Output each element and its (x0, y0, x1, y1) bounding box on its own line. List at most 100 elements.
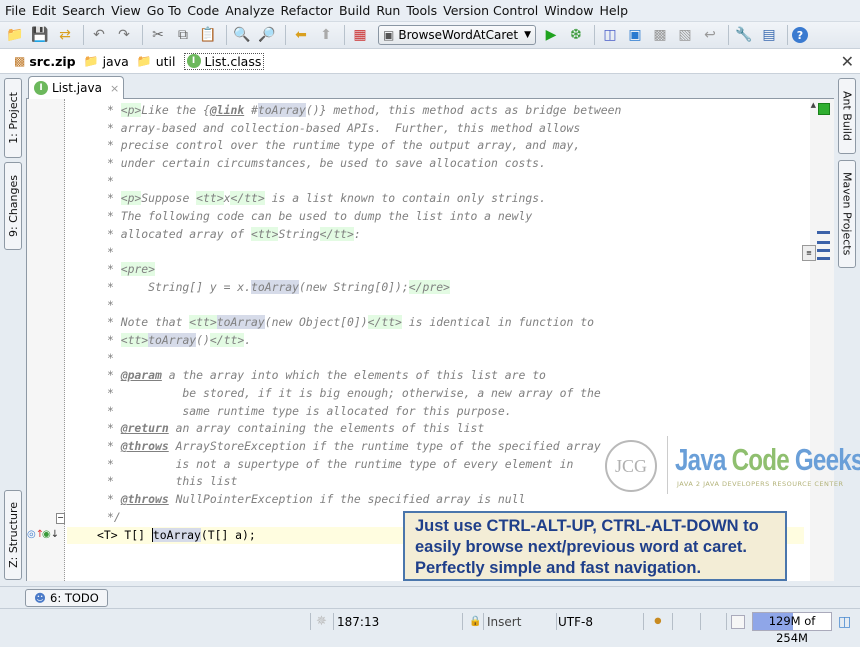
tab-list-java[interactable]: I List.java × (28, 76, 124, 99)
scrollbar-thumb[interactable]: ≡ (802, 245, 816, 261)
tool-tab-todo[interactable]: ☻ 6: TODO (25, 589, 108, 607)
find-usages-icon[interactable]: 🔎 (256, 24, 278, 46)
menu-view[interactable]: View (108, 3, 144, 18)
fold-icon[interactable]: − (56, 513, 65, 524)
tool-tab-ant-build[interactable]: Ant Build (838, 78, 856, 154)
code-editor[interactable]: − ◎↑ ◉↓ * <p>Like the {@link #toArray()}… (26, 99, 834, 581)
memory-indicator[interactable]: 129M of 254M (752, 612, 832, 645)
menu-search[interactable]: Search (59, 3, 108, 18)
menu-version-control[interactable]: Version Control (440, 3, 541, 18)
tool-tab-structure[interactable]: Z: Structure (4, 490, 22, 580)
paste-icon[interactable]: 📋 (197, 24, 219, 46)
cut-icon[interactable]: ✂ (147, 24, 169, 46)
code-text: (new Object[0]) (264, 315, 368, 330)
code-tag: <tt> (251, 226, 279, 241)
project-structure-icon[interactable]: ▤ (758, 24, 780, 46)
scroll-up-icon[interactable]: ▲ (811, 101, 816, 109)
tool-tab-maven-projects[interactable]: Maven Projects (838, 160, 856, 268)
forward-icon[interactable]: ⬆ (315, 24, 337, 46)
tool-tab-label: Maven Projects (840, 172, 854, 256)
code-text: * (107, 103, 121, 117)
error-stripe: ▲ ≡ (802, 99, 834, 581)
menu-run[interactable]: Run (373, 3, 403, 18)
menu-help[interactable]: Help (597, 3, 632, 18)
menu-file[interactable]: File (2, 3, 29, 18)
breadcrumb-src-zip[interactable]: ▩ src.zip (14, 54, 76, 69)
code-line: * (67, 244, 804, 262)
main-toolbar: 📁 💾 ⇄ ↶ ↷ ✂ ⧉ 📋 🔍 🔎 ⬅ ⬆ ▦ ▣ BrowseWordAt… (0, 22, 860, 49)
code-tag: <tt> (120, 332, 149, 347)
overriding-method-icon[interactable]: ◉↓ (42, 529, 59, 540)
menu-build[interactable]: Build (336, 3, 373, 18)
code-text: is identical in function to (401, 315, 594, 330)
save-icon[interactable]: 💾 (29, 24, 51, 46)
code-kw: @throws (120, 439, 169, 454)
menu-code[interactable]: Code (184, 3, 222, 18)
menu-refactor[interactable]: Refactor (278, 3, 336, 18)
back-icon[interactable]: ⬅ (290, 24, 312, 46)
inspector-icon[interactable]: ⚫ (652, 613, 664, 630)
file-encoding[interactable]: UTF-8 (558, 613, 593, 630)
logo-title-geeks: Geeks (794, 442, 860, 477)
lock-icon[interactable]: 🔒 (469, 613, 481, 630)
deploy-icon[interactable]: ▣ (624, 24, 646, 46)
menu-go-to[interactable]: Go To (144, 3, 184, 18)
status-separator (310, 613, 311, 630)
code-text: # (244, 103, 258, 117)
tool-tab-project[interactable]: 1: Project (4, 78, 22, 158)
code-text: * The following code can be used to dump… (107, 209, 533, 224)
close-tab-icon[interactable]: × (110, 82, 119, 95)
open-folder-icon[interactable]: 📁 (4, 24, 26, 46)
caret-position[interactable]: 187:13 (337, 613, 379, 630)
menu-tools[interactable]: Tools (403, 3, 440, 18)
revert-icon[interactable]: ↩ (699, 24, 721, 46)
breadcrumb-java[interactable]: 📁 java (84, 54, 129, 69)
code-tag: <tt> (196, 191, 224, 206)
code-text: a the array into which the elements of t… (161, 368, 546, 383)
logo-title: Java Code Geeks (675, 442, 860, 478)
make-icon[interactable]: ◫ (599, 24, 621, 46)
structure-icon[interactable]: ▦ (349, 24, 371, 46)
debug-icon[interactable]: ❆ (565, 24, 587, 46)
breadcrumb-list-class[interactable]: I List.class (183, 52, 265, 70)
menu-window[interactable]: Window (541, 3, 596, 18)
readonly-toggle[interactable] (731, 615, 745, 629)
usage-marker[interactable] (817, 241, 830, 244)
code-tag: </tt> (367, 315, 402, 330)
copy-icon[interactable]: ⧉ (172, 24, 194, 46)
code-text: * String[] y = x. (107, 279, 252, 294)
progress-spinner-icon: ✵ (316, 614, 327, 629)
code-line: * <p>Suppose <tt>x</tt> is a list known … (67, 190, 804, 208)
tool-tab-changes[interactable]: 9: Changes (4, 162, 22, 250)
code-line: * (67, 297, 804, 315)
run-icon[interactable]: ▶ (540, 24, 562, 46)
code-line: * <p>Like the {@link #toArray()} method,… (67, 102, 804, 120)
settings-icon[interactable]: 🔧 (733, 24, 755, 46)
help-icon[interactable]: ? (792, 27, 808, 43)
usage-marker[interactable] (817, 231, 830, 234)
code-text: * (107, 244, 114, 259)
usage-marker[interactable] (817, 249, 830, 252)
code-text: NullPointerException if the specified ar… (168, 492, 526, 507)
code-kw: @throws (120, 492, 169, 507)
find-icon[interactable]: 🔍 (231, 24, 253, 46)
close-icon[interactable]: ✕ (841, 52, 854, 71)
insert-mode[interactable]: Insert (487, 613, 521, 630)
code-text: */ (107, 509, 121, 524)
breadcrumb-label: List.class (204, 53, 262, 69)
code-text: * is not a supertype of the runtime type… (107, 456, 574, 471)
undo-icon[interactable]: ↶ (88, 24, 110, 46)
run-configuration-select[interactable]: ▣ BrowseWordAtCaret ▼ (378, 25, 536, 45)
menu-analyze[interactable]: Analyze (222, 3, 277, 18)
usage-marker[interactable] (817, 257, 830, 260)
garbage-collect-icon[interactable]: ◫ (838, 613, 851, 630)
redo-icon[interactable]: ↷ (113, 24, 135, 46)
menu-edit[interactable]: Edit (29, 3, 59, 18)
vcs-commit-icon[interactable]: ▧ (674, 24, 696, 46)
code-ref: toArray (251, 279, 300, 294)
code-tag: </tt> (230, 191, 265, 206)
code-tag: </tt> (209, 332, 245, 347)
vcs-update-icon[interactable]: ▩ (649, 24, 671, 46)
sync-icon[interactable]: ⇄ (54, 24, 76, 46)
breadcrumb-util[interactable]: 📁 util (137, 54, 176, 69)
